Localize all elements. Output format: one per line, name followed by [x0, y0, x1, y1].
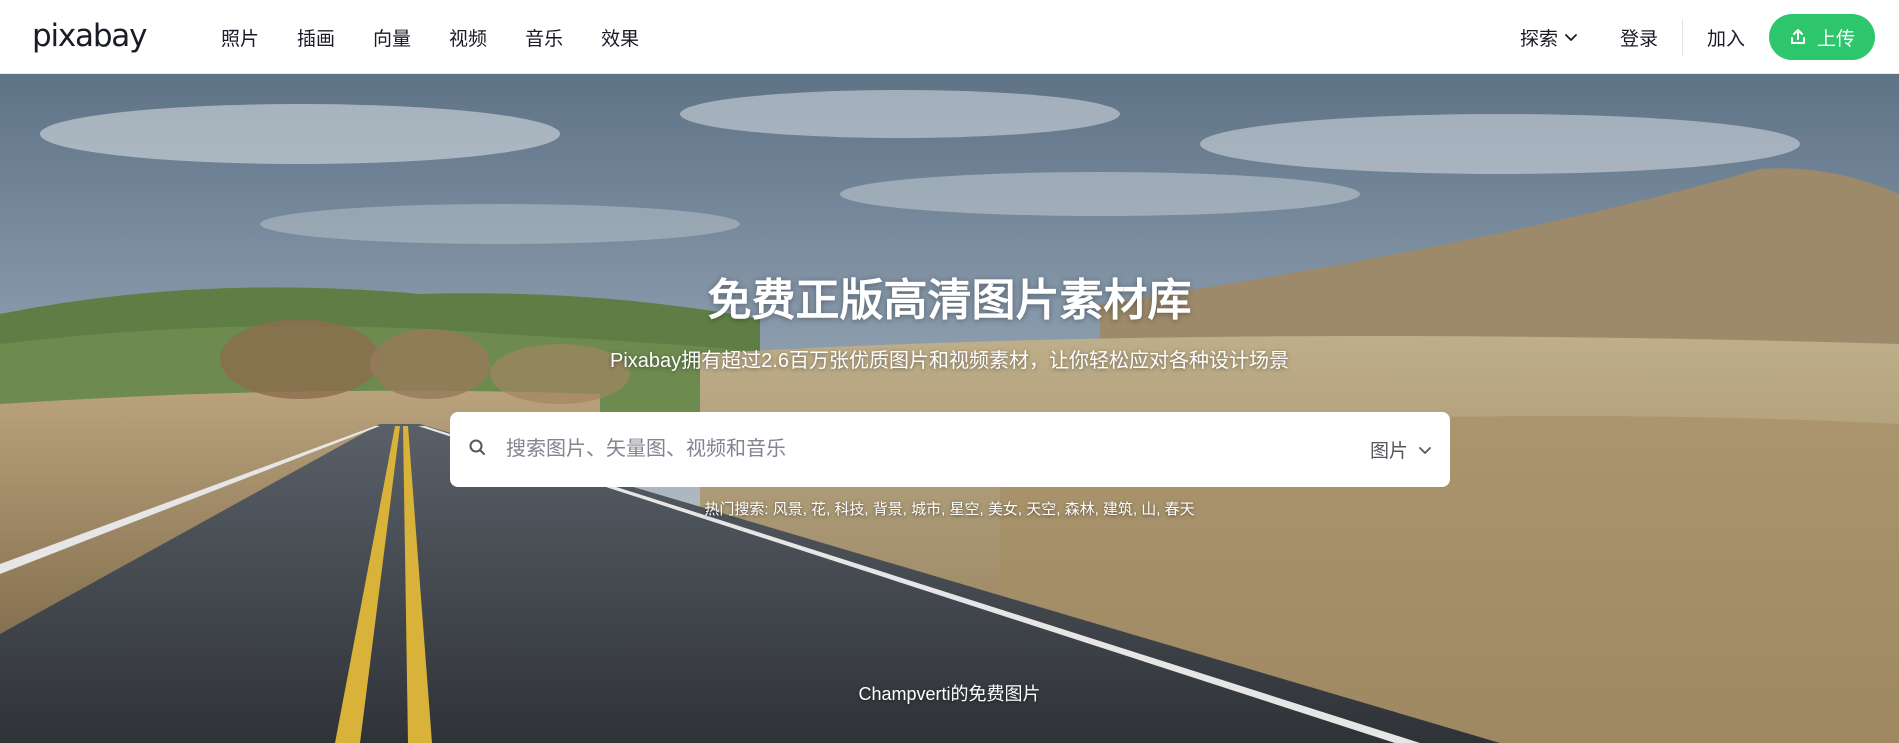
- hero-content: 免费正版高清图片素材库 Pixabay拥有超过2.6百万张优质图片和视频素材，让…: [0, 74, 1899, 743]
- hot-search-link[interactable]: 背景: [873, 501, 903, 518]
- search-icon[interactable]: [468, 438, 488, 458]
- hot-search-link[interactable]: 森林: [1065, 501, 1095, 518]
- hot-searches-label: 热门搜索:: [704, 501, 769, 518]
- nav-item-effects[interactable]: 效果: [582, 24, 658, 51]
- chevron-down-icon: [1419, 446, 1431, 454]
- hot-search-link[interactable]: 美女: [988, 501, 1018, 518]
- nav-item-music[interactable]: 音乐: [506, 24, 582, 51]
- hot-search-link[interactable]: 建筑: [1103, 501, 1133, 518]
- search-type-label: 图片: [1369, 441, 1408, 462]
- search-bar: 图片: [450, 412, 1450, 487]
- top-navbar: pixabay 照片 插画 向量 视频 音乐 效果 探索 登录 加入 上传: [0, 0, 1899, 74]
- nav-item-photos[interactable]: 照片: [202, 24, 278, 51]
- hot-search-link[interactable]: 天空: [1026, 501, 1056, 518]
- hot-search-link[interactable]: 科技: [834, 501, 864, 518]
- search-type-dropdown[interactable]: 图片: [1370, 412, 1432, 487]
- hot-search-link[interactable]: 山: [1141, 501, 1156, 518]
- image-credit-link[interactable]: Champverti的免费图片: [0, 680, 1899, 706]
- hot-search-link[interactable]: 春天: [1165, 501, 1195, 518]
- explore-label: 探索: [1519, 28, 1558, 50]
- hot-search-link[interactable]: 城市: [911, 501, 941, 518]
- hot-searches: 热门搜索: 风景, 花, 科技, 背景, 城市, 星空, 美女, 天空, 森林,…: [704, 501, 1195, 518]
- upload-icon: [1790, 29, 1805, 44]
- nav-item-illustrations[interactable]: 插画: [278, 24, 354, 51]
- hot-search-link[interactable]: 星空: [949, 501, 979, 518]
- hero-section: 免费正版高清图片素材库 Pixabay拥有超过2.6百万张优质图片和视频素材，让…: [0, 74, 1899, 743]
- hero-subtitle: Pixabay拥有超过2.6百万张优质图片和视频素材，让你轻松应对各种设计场景: [610, 350, 1289, 372]
- main-nav: 照片 插画 向量 视频 音乐 效果: [202, 0, 658, 74]
- header-actions: 探索 登录 加入 上传: [1502, 0, 1875, 74]
- search-input[interactable]: [506, 412, 1286, 487]
- chevron-down-icon: [1565, 34, 1577, 41]
- nav-item-videos[interactable]: 视频: [430, 24, 506, 51]
- hot-search-link[interactable]: 风景: [773, 501, 803, 518]
- nav-item-vectors[interactable]: 向量: [354, 24, 430, 51]
- explore-menu-button[interactable]: 探索: [1502, 24, 1596, 51]
- hot-search-link[interactable]: 花: [811, 501, 826, 518]
- pixabay-logo[interactable]: pixabay: [32, 18, 147, 54]
- join-link[interactable]: 加入: [1683, 24, 1769, 51]
- upload-button[interactable]: 上传: [1768, 14, 1875, 60]
- hero-title: 免费正版高清图片素材库: [707, 276, 1192, 325]
- login-link[interactable]: 登录: [1596, 24, 1682, 51]
- upload-label: 上传: [1816, 28, 1855, 50]
